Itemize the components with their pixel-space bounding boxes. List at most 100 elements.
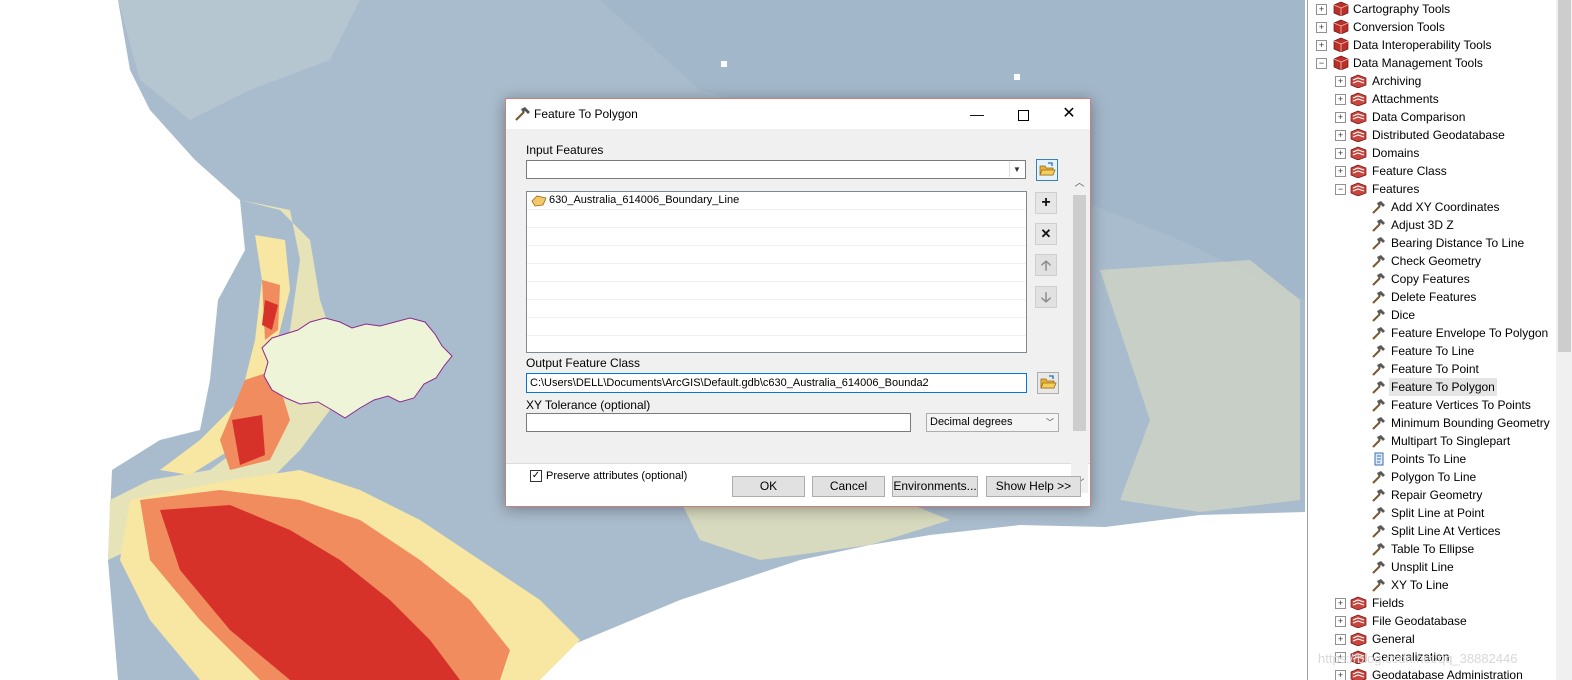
list-item[interactable] [527,246,1026,264]
expand-icon[interactable]: + [1335,94,1346,105]
chevron-down-icon[interactable]: ﹀ [1043,415,1057,430]
input-features-combo[interactable]: ▼ [526,160,1026,179]
output-feature-class-input[interactable]: C:\Users\DELL\Documents\ArcGIS\Default.g… [526,373,1027,393]
tool-check-geometry[interactable]: Check Geometry [1308,252,1556,270]
expand-icon[interactable]: + [1316,22,1327,33]
minimize-icon: — [970,106,984,122]
tool-xy-to-line[interactable]: XY To Line [1308,576,1556,594]
units-select[interactable]: Decimal degrees ﹀ [926,413,1059,432]
browse-input-button[interactable] [1036,159,1058,181]
tree-scrollbar[interactable] [1556,0,1572,680]
tool-feature-to-point[interactable]: Feature To Point [1308,360,1556,378]
list-item[interactable] [527,264,1026,282]
tool-split-line-at-point[interactable]: Split Line at Point [1308,504,1556,522]
tool-bearing-distance-to-line[interactable]: Bearing Distance To Line [1308,234,1556,252]
minimize-button[interactable]: — [954,99,1000,129]
tree-item-label: Data Interoperability Tools [1353,38,1492,52]
maximize-button[interactable] [1000,99,1046,129]
toolset-general[interactable]: + General [1308,630,1556,648]
toolset-geodatabase-administration[interactable]: + Geodatabase Administration [1308,666,1556,680]
scrollbar-thumb[interactable] [1073,195,1086,431]
cancel-button[interactable]: Cancel [812,476,885,497]
show-help-button[interactable]: Show Help >> [986,476,1081,497]
toolset-file-geodatabase[interactable]: + File Geodatabase [1308,612,1556,630]
remove-row-button[interactable]: ✕ [1035,223,1057,245]
tool-repair-geometry[interactable]: Repair Geometry [1308,486,1556,504]
toolset-fields[interactable]: + Fields [1308,594,1556,612]
expand-icon[interactable]: + [1335,148,1346,159]
tool-dice[interactable]: Dice [1308,306,1556,324]
move-down-button[interactable]: 🡣 [1035,286,1057,308]
tree-item-label: Copy Features [1391,272,1470,286]
tool-table-to-ellipse[interactable]: Table To Ellipse [1308,540,1556,558]
toolset-icon [1350,614,1367,628]
tool-unsplit-line[interactable]: Unsplit Line [1308,558,1556,576]
toolset-feature-class[interactable]: + Feature Class [1308,162,1556,180]
xy-tolerance-input[interactable] [526,413,911,432]
toolset-archiving[interactable]: + Archiving [1308,72,1556,90]
tool-feature-to-polygon[interactable]: Feature To Polygon [1308,378,1556,396]
toolbox-conversion-tools[interactable]: + Conversion Tools [1308,18,1556,36]
tool-polygon-to-line[interactable]: Polygon To Line [1308,468,1556,486]
tree-item-label: XY To Line [1391,578,1449,592]
collapse-icon[interactable]: − [1316,58,1327,69]
tree-item-label: Feature To Polygon [1389,378,1497,396]
hammer-icon [1372,399,1385,412]
list-item[interactable] [527,300,1026,318]
expand-icon[interactable]: + [1335,598,1346,609]
tree-item-label: Repair Geometry [1391,488,1483,502]
tool-feature-to-line[interactable]: Feature To Line [1308,342,1556,360]
tool-feature-envelope-to-polygon[interactable]: Feature Envelope To Polygon [1308,324,1556,342]
expand-icon[interactable]: + [1335,76,1346,87]
toolset-features[interactable]: − Features [1308,180,1556,198]
environments-button[interactable]: Environments... [892,476,978,497]
expand-icon[interactable]: + [1335,616,1346,627]
dialog-titlebar[interactable]: Feature To Polygon — ✕ [506,99,1090,129]
toolset-data-comparison[interactable]: + Data Comparison [1308,108,1556,126]
chevron-down-icon[interactable]: ▼ [1009,162,1024,177]
toolbox-data-management-tools[interactable]: − Data Management Tools [1308,54,1556,72]
tree-item-label: Split Line at Point [1391,506,1485,520]
dialog-scrollbar[interactable]: ︿ ﹀ [1071,175,1088,493]
list-item[interactable] [527,282,1026,300]
expand-icon[interactable]: + [1335,166,1346,177]
catalog-tree[interactable]: + Cartography Tools + Conversion Tools + Data… [1307,0,1572,680]
tool-split-line-at-vertices[interactable]: Split Line At Vertices [1308,522,1556,540]
input-features-list[interactable]: 630_Australia_614006_Boundary_Line [526,191,1027,353]
list-item[interactable] [527,336,1026,352]
toolset-attachments[interactable]: + Attachments [1308,90,1556,108]
scrollbar-thumb[interactable] [1558,0,1571,352]
tool-add-xy-coordinates[interactable]: Add XY Coordinates [1308,198,1556,216]
scroll-up-icon[interactable]: ︿ [1071,175,1088,192]
ok-button[interactable]: OK [732,476,805,497]
list-item[interactable] [527,228,1026,246]
tool-points-to-line[interactable]: Points To Line [1308,450,1556,468]
expand-icon[interactable]: + [1335,670,1346,680]
toolbox-data-interoperability-tools[interactable]: + Data Interoperability Tools [1308,36,1556,54]
close-button[interactable]: ✕ [1046,99,1092,129]
hammer-icon [1372,291,1385,304]
preserve-attributes-checkbox[interactable]: ✓ [530,470,542,482]
list-item[interactable] [527,210,1026,228]
tool-minimum-bounding-geometry[interactable]: Minimum Bounding Geometry [1308,414,1556,432]
expand-icon[interactable]: + [1316,4,1327,15]
toolbox-cartography-tools[interactable]: + Cartography Tools [1308,0,1556,18]
browse-output-button[interactable] [1037,372,1059,394]
list-item[interactable] [527,318,1026,336]
list-item[interactable]: 630_Australia_614006_Boundary_Line [527,192,1026,210]
expand-icon[interactable]: + [1335,130,1346,141]
add-row-button[interactable]: + [1035,192,1057,214]
expand-icon[interactable]: + [1335,112,1346,123]
remove-icon: ✕ [1040,226,1052,241]
tool-copy-features[interactable]: Copy Features [1308,270,1556,288]
toolset-distributed-geodatabase[interactable]: + Distributed Geodatabase [1308,126,1556,144]
tool-multipart-to-singlepart[interactable]: Multipart To Singlepart [1308,432,1556,450]
tool-adjust-3d-z[interactable]: Adjust 3D Z [1308,216,1556,234]
expand-icon[interactable]: + [1335,634,1346,645]
tool-delete-features[interactable]: Delete Features [1308,288,1556,306]
collapse-icon[interactable]: − [1335,184,1346,195]
move-up-button[interactable]: 🡡 [1035,254,1057,276]
toolset-domains[interactable]: + Domains [1308,144,1556,162]
expand-icon[interactable]: + [1316,40,1327,51]
tool-feature-vertices-to-points[interactable]: Feature Vertices To Points [1308,396,1556,414]
